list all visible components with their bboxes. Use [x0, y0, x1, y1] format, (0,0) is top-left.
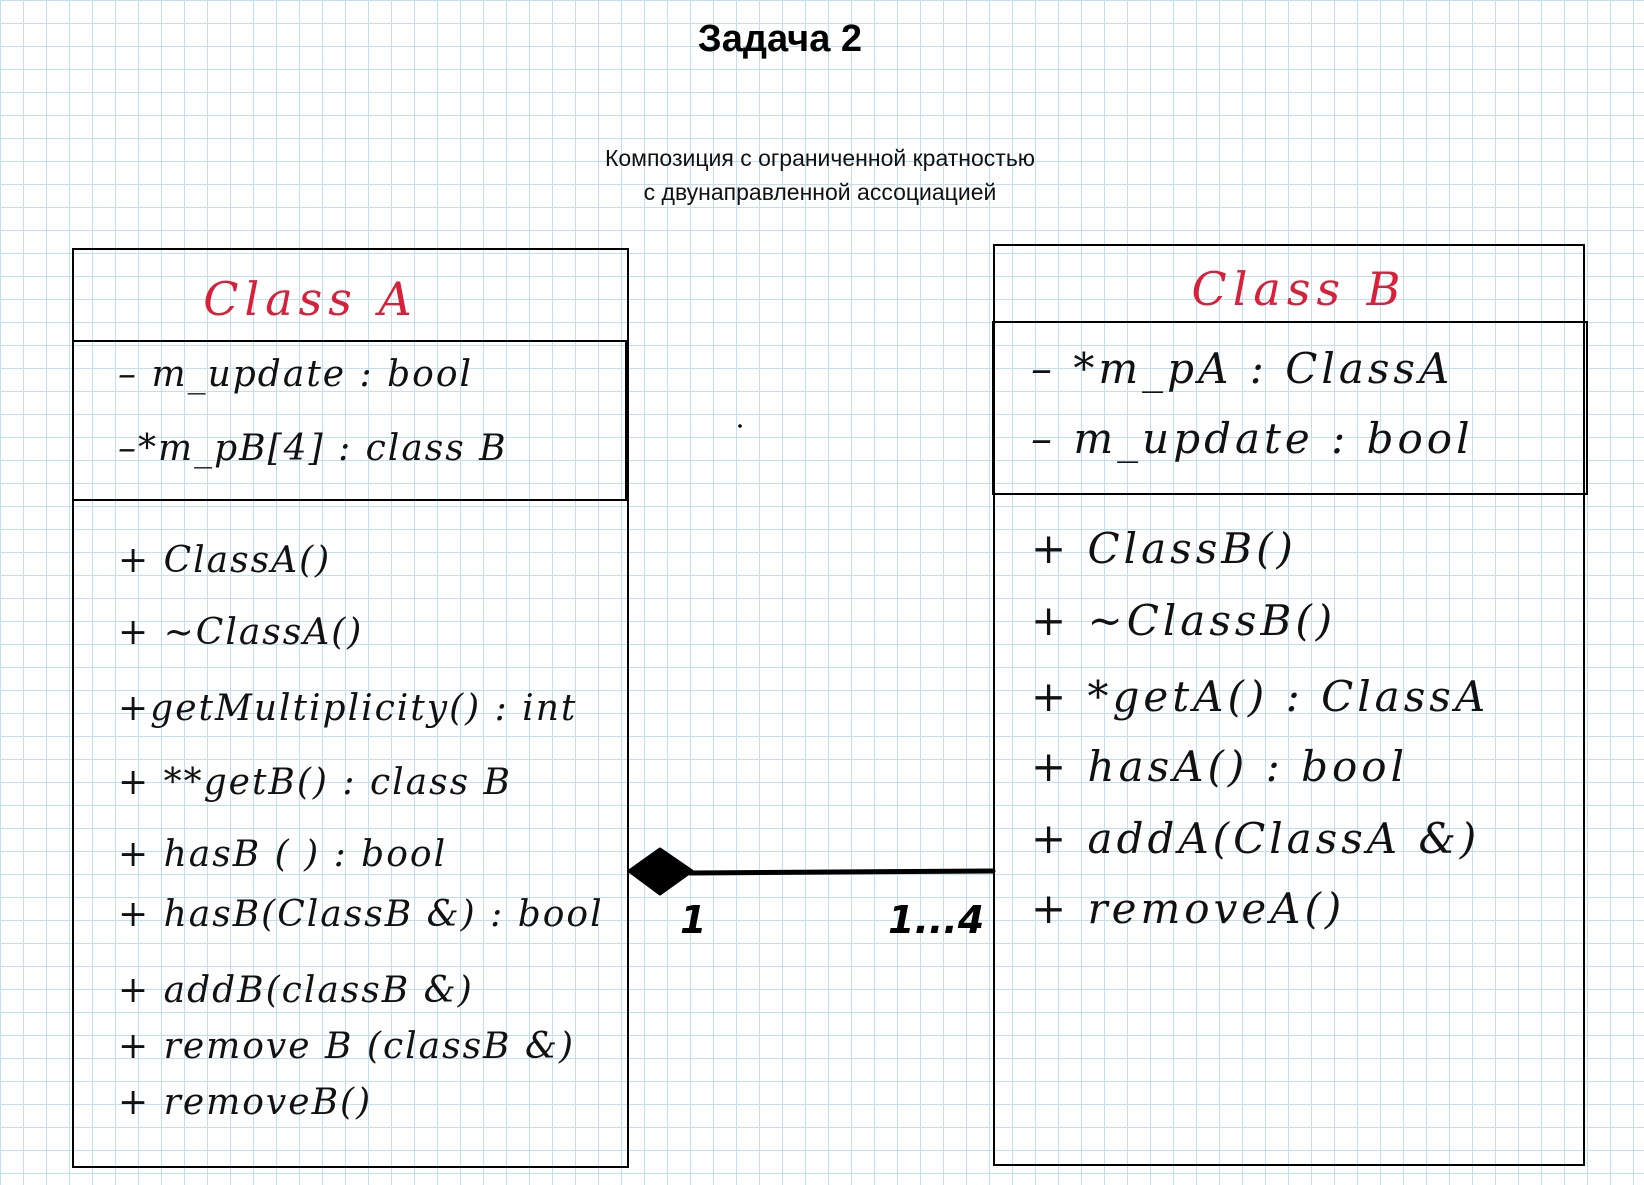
composition-association: [627, 424, 996, 896]
multiplicity-class-a-end: 1: [680, 898, 707, 942]
association-line: [687, 868, 996, 876]
multiplicity-class-b-end: 1...4: [888, 898, 985, 942]
composition-diamond-icon: [627, 847, 694, 896]
stray-dot: [738, 424, 742, 428]
